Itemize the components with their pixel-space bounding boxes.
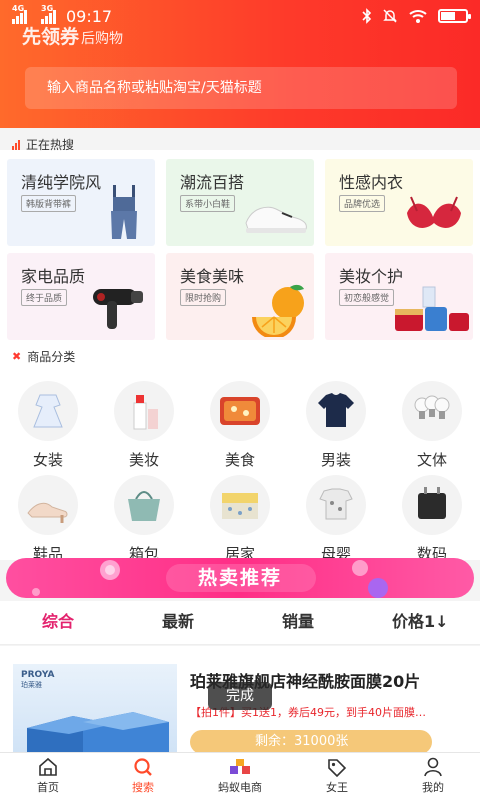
dress-icon: [33, 394, 63, 428]
tabbar-queen[interactable]: 女王: [302, 757, 372, 795]
product-image: PROYA 珀莱雅: [13, 664, 177, 756]
toast: 完成: [208, 682, 272, 710]
mask-box-icon: [27, 712, 169, 754]
coupon-remaining-bar[interactable]: 剩余：31000张: [190, 730, 432, 754]
tabbar-ant-shop[interactable]: 蚂蚁电商: [205, 757, 275, 795]
network-type-label: 3G: [41, 3, 54, 13]
snack-icon: [220, 397, 260, 425]
brand-main: 先领券: [22, 26, 80, 48]
category-beauty[interactable]: 美妆: [104, 381, 184, 470]
bedding-icon: [222, 493, 258, 519]
mute-bell-icon: [383, 9, 397, 23]
tab-newest[interactable]: 最新: [162, 601, 194, 645]
baby-clothes-icon: [319, 488, 353, 520]
tabbar-label: 女王: [326, 781, 348, 794]
battery-icon: [438, 9, 471, 23]
tabbar-home[interactable]: 首页: [13, 757, 83, 795]
sort-tabs: 综合 最新 销量 价格1↓: [0, 601, 480, 645]
category-title: 商品分类: [27, 350, 76, 364]
hot-card-tag: 韩版背带裤: [21, 195, 77, 212]
home-icon: [39, 757, 57, 776]
category-baby[interactable]: 母婴: [296, 475, 376, 564]
hot-card-title: 性感内衣: [339, 173, 404, 192]
sneaker-icon: [245, 206, 307, 233]
orange-icon: [252, 284, 304, 337]
hot-card-tag: 系带小白鞋: [180, 195, 236, 212]
hot-card-college[interactable]: 清纯学院风 韩版背带裤: [7, 159, 155, 246]
user-icon: [424, 757, 442, 777]
category-label: 美食: [224, 451, 255, 469]
hot-card-title: 家电品质: [21, 267, 86, 286]
hot-search-section: 正在热搜 清纯学院风 韩版背带裤 潮流百搭 系带小白鞋 性感内衣 品牌优选 家电…: [0, 138, 480, 345]
hair-dryer-icon: [93, 289, 143, 329]
category-stationery[interactable]: 文体: [392, 381, 472, 470]
category-heading: ✖ 商品分类: [12, 348, 75, 365]
hot-search-title: 正在热搜: [26, 138, 75, 152]
handbag-icon: [128, 491, 160, 521]
hot-card-tag: 终于品质: [21, 289, 68, 306]
hot-card-lingerie[interactable]: 性感内衣 品牌优选: [325, 159, 473, 246]
search-input[interactable]: 输入商品名称或粘贴淘宝/天猫标题: [25, 67, 457, 109]
tab-price[interactable]: 价格1↓: [392, 601, 449, 645]
tabbar-label: 搜索: [132, 781, 154, 794]
tabbar-search[interactable]: 搜索: [108, 757, 178, 795]
lotion-icon: [133, 395, 158, 430]
category-bags[interactable]: 箱包: [104, 475, 184, 564]
product-brand-mark-cn: 珀莱雅: [21, 681, 42, 689]
category-label: 男装: [320, 451, 351, 469]
category-label: 女装: [32, 451, 63, 469]
network-type-label: 4G: [12, 3, 25, 13]
bottom-tab-bar: 首页 搜索 蚂蚁电商 女王 我的: [0, 752, 480, 800]
header: 4G 3G 09:17 先领券 后购物 输入商品名称或粘贴淘宝/天猫标题: [0, 0, 480, 128]
tab-overall[interactable]: 综合: [42, 601, 74, 645]
banner-title: 热卖推荐: [197, 567, 282, 589]
hot-card-title: 潮流百搭: [180, 173, 245, 192]
hot-card-title: 美妆个护: [339, 267, 404, 286]
tag-icon: [328, 759, 347, 777]
category-food[interactable]: 美食: [200, 381, 280, 470]
ant-shop-icon: [230, 759, 250, 774]
category-grid-icon: ✖: [12, 350, 22, 363]
hot-card-tag: 初恋般感觉: [339, 289, 395, 306]
bulb-icon: [414, 395, 450, 419]
category-home[interactable]: 居家: [200, 475, 280, 564]
brand-title: 先领券 后购物: [22, 22, 123, 49]
brand-sub: 后购物: [81, 31, 124, 47]
charger-icon: [418, 487, 446, 519]
hot-card-appliance[interactable]: 家电品质 终于品质: [7, 253, 155, 340]
hot-card-fashion[interactable]: 潮流百搭 系带小白鞋: [166, 159, 314, 246]
tab-sales[interactable]: 销量: [282, 601, 314, 645]
category-label: 美妆: [128, 451, 159, 469]
hot-card-tag: 限时抢购: [180, 289, 227, 306]
hot-card-food[interactable]: 美食美味 限时抢购: [166, 253, 314, 340]
heel-icon: [27, 502, 68, 523]
bra-icon: [407, 196, 461, 228]
trending-icon: [12, 139, 20, 150]
cosmetics-icon: [395, 286, 469, 331]
hot-card-cosmetics[interactable]: 美妆个护 初恋般感觉: [325, 253, 473, 340]
hot-sale-banner[interactable]: 热卖推荐: [6, 556, 474, 600]
hot-search-heading: 正在热搜: [12, 136, 74, 153]
tabbar-label: 蚂蚁电商: [218, 781, 262, 794]
category-men[interactable]: 男装: [296, 381, 376, 470]
tabbar-label: 首页: [37, 781, 59, 794]
tabbar-label: 我的: [422, 781, 444, 794]
hot-card-title: 美食美味: [180, 267, 245, 286]
search-icon: [134, 758, 152, 776]
overalls-icon: [111, 185, 137, 239]
hot-card-title: 清纯学院风: [21, 173, 102, 192]
hot-card-tag: 品牌优选: [339, 195, 386, 212]
bluetooth-icon: [362, 8, 372, 24]
tabbar-me[interactable]: 我的: [398, 757, 468, 795]
tshirt-icon: [318, 393, 354, 427]
category-label: 文体: [416, 451, 447, 469]
category-digital[interactable]: 数码: [392, 475, 472, 564]
wifi-icon: [409, 10, 427, 23]
category-shoes[interactable]: 鞋品: [8, 475, 88, 564]
category-women[interactable]: 女装: [8, 381, 88, 470]
category-section: ✖ 商品分类 女装 美妆 美食 男装 文体 鞋品 箱包 居家 母婴 数码: [0, 345, 480, 563]
product-brand-mark: PROYA: [21, 670, 55, 680]
